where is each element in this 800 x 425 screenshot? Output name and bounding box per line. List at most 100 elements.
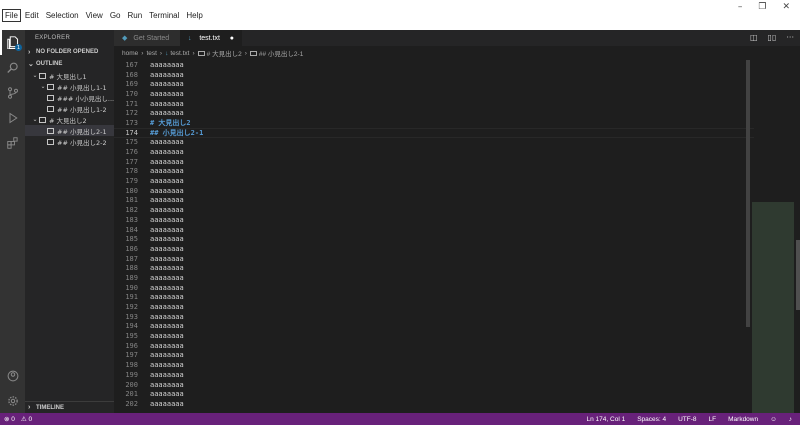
indentation[interactable]: Spaces: 4	[637, 416, 666, 423]
line-text: aaaaaaaa	[150, 351, 184, 360]
menu-file[interactable]: File	[2, 8, 21, 22]
open-preview-icon[interactable]: ◫	[750, 33, 758, 42]
menu-view[interactable]: View	[83, 9, 106, 22]
line-number: 185	[125, 235, 138, 244]
no-folder-section[interactable]: › NO FOLDER OPENED	[25, 46, 114, 58]
tab-get-started[interactable]: ◆ Get Started	[114, 30, 180, 46]
settings-gear-icon[interactable]	[0, 388, 25, 413]
chevron-right-icon: ›	[28, 404, 31, 411]
breadcrumb: home › test › ↓ test.txt › # 大見出し2 › ## …	[114, 46, 800, 60]
account-icon[interactable]	[0, 363, 25, 388]
code-line: 171 aaaaaaaa	[114, 99, 754, 109]
minimize-icon[interactable]: –	[738, 2, 743, 12]
menu-edit[interactable]: Edit	[22, 9, 42, 22]
line-number: 179	[125, 177, 138, 186]
split-editor-icon[interactable]: ▯▯	[768, 33, 777, 42]
code-editor[interactable]: 167 aaaaaaaa 168 aaaaaaaa 169 aaaaaaaa 170 aaaa…	[114, 60, 754, 413]
outline-item[interactable]: ⌄ ## 小見出し1-1	[25, 81, 114, 92]
close-icon[interactable]: ✕	[782, 2, 790, 12]
code-line: 170 aaaaaaaa	[114, 89, 754, 99]
explorer-header: EXPLORER	[35, 35, 71, 41]
encoding[interactable]: UTF-8	[678, 416, 696, 423]
menu-go[interactable]: Go	[107, 9, 124, 22]
breadcrumb-file[interactable]: test.txt	[170, 50, 189, 57]
line-text: aaaaaaaa	[150, 148, 184, 157]
unsaved-dot-icon[interactable]: ●	[230, 35, 234, 42]
timeline-section[interactable]: › TIMELINE	[25, 401, 114, 413]
breadcrumb-home[interactable]: home	[122, 50, 138, 57]
outline-item[interactable]: ⌄ # 大見出し2	[25, 114, 114, 125]
tab-bar: ◆ Get Started ↓ test.txt ●	[114, 30, 800, 46]
activity-bar: 1	[0, 30, 25, 413]
bell-icon[interactable]: ♪	[789, 416, 792, 423]
line-number: 193	[125, 312, 138, 321]
outline-item[interactable]: ## 小見出し1-2	[25, 103, 114, 114]
outline-item[interactable]: ⌄ # 大見出し1	[25, 70, 114, 81]
code-line: 177 aaaaaaaa	[114, 157, 754, 167]
outline-item-label: ## 小見出し2-2	[57, 138, 107, 147]
feedback-icon[interactable]: ☺	[770, 416, 777, 423]
code-line: 173 # 大見出し2	[114, 118, 754, 128]
source-control-icon[interactable]	[0, 80, 25, 105]
line-text: aaaaaaaa	[150, 138, 184, 147]
line-number: 194	[125, 322, 138, 331]
code-line: 181 aaaaaaaa	[114, 196, 754, 206]
outline-item[interactable]: ### 小小見出し...	[25, 92, 114, 103]
errors-count[interactable]: ⊗ 0	[4, 415, 15, 423]
outline-item-label: # 大見出し2	[49, 116, 87, 125]
minimap-slider[interactable]	[752, 202, 794, 413]
editor-area: ◆ Get Started ↓ test.txt ● ◫ ▯▯ ··· home…	[114, 30, 800, 413]
explorer-sidebar: EXPLORER › NO FOLDER OPENED ⌄ OUTLINE ⌄ #…	[25, 30, 114, 413]
menu-run[interactable]: Run	[124, 9, 145, 22]
editor-scrollbar[interactable]	[796, 240, 800, 310]
outline-item[interactable]: ## 小見出し2-2	[25, 136, 114, 147]
end-of-line[interactable]: LF	[709, 416, 717, 423]
line-number: 195	[125, 332, 138, 341]
line-text: ## 小見出し2-1	[150, 128, 204, 137]
breadcrumb-heading[interactable]: # 大見出し2	[207, 48, 242, 58]
line-number: 173	[125, 118, 138, 127]
run-debug-icon[interactable]	[0, 105, 25, 130]
files-icon[interactable]: 1	[0, 30, 25, 55]
line-text: aaaaaaaa	[150, 254, 184, 263]
menu-terminal[interactable]: Terminal	[146, 9, 182, 22]
language-mode[interactable]: Markdown	[728, 416, 758, 423]
code-line: 167 aaaaaaaa	[114, 60, 754, 70]
chevron-right-icon: ›	[159, 49, 163, 57]
line-text: aaaaaaaa	[150, 215, 184, 224]
no-folder-label: NO FOLDER OPENED	[36, 49, 99, 55]
breadcrumb-subheading[interactable]: ## 小見出し2-1	[259, 48, 303, 58]
line-text: aaaaaaaa	[150, 177, 184, 186]
cursor-position[interactable]: Ln 174, Col 1	[587, 416, 626, 423]
line-number: 177	[125, 157, 138, 166]
restore-icon[interactable]: ❐	[758, 2, 766, 12]
breadcrumb-test[interactable]: test	[146, 50, 156, 57]
search-icon[interactable]	[0, 55, 25, 80]
markdown-file-icon: ↓	[188, 34, 192, 42]
warnings-count[interactable]: ⚠ 0	[21, 415, 32, 423]
code-line: 176 aaaaaaaa	[114, 147, 754, 157]
chevron-right-icon: ›	[28, 48, 31, 56]
line-text: aaaaaaaa	[150, 235, 184, 244]
menu-selection[interactable]: Selection	[43, 9, 82, 22]
line-number: 186	[125, 244, 138, 253]
menu-help[interactable]: Help	[183, 9, 205, 22]
code-line: 169 aaaaaaaa	[114, 79, 754, 89]
symbol-string-icon	[39, 72, 46, 79]
vscode-logo-icon: ◆	[122, 35, 128, 42]
code-line: 197 aaaaaaaa	[114, 351, 754, 361]
outline-item-label: # 大見出し1	[49, 72, 87, 81]
outline-section[interactable]: ⌄ OUTLINE	[25, 58, 114, 70]
extensions-icon[interactable]	[0, 130, 25, 155]
line-number: 202	[125, 399, 138, 408]
line-text: aaaaaaaa	[150, 303, 184, 312]
tab-test-txt[interactable]: ↓ test.txt ●	[180, 30, 242, 46]
tab-label: Get Started	[133, 34, 170, 42]
title-bar: File Edit Selection View Go Run Terminal…	[0, 0, 800, 30]
horizontal-overview-scrollbar[interactable]	[746, 60, 750, 327]
outline-item[interactable]: ## 小見出し2-1	[25, 125, 114, 136]
line-number: 176	[125, 148, 138, 157]
line-number: 170	[125, 89, 138, 98]
more-actions-icon[interactable]: ···	[786, 33, 794, 42]
code-line: 175 aaaaaaaa	[114, 138, 754, 148]
